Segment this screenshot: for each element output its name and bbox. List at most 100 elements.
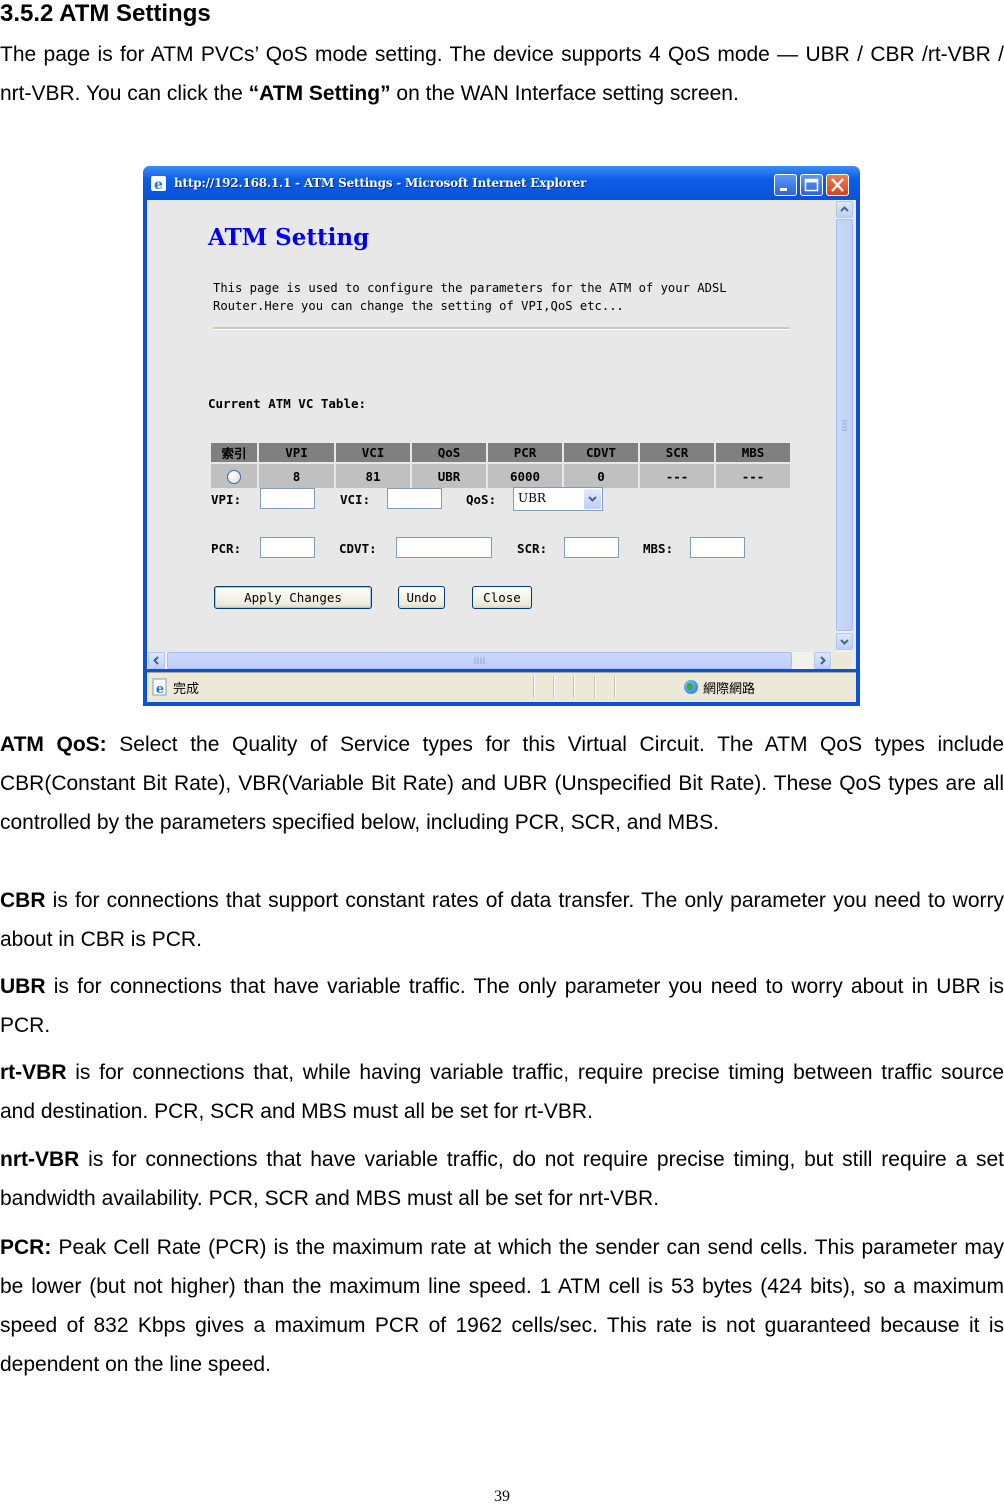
close-icon [831, 178, 844, 192]
chevron-right-icon [820, 656, 826, 665]
col-header-vci: VCI [336, 443, 410, 462]
mbs-label: MBS: [643, 541, 674, 556]
paragraph-text: is for connections that have variable tr… [0, 1148, 1004, 1210]
vpi-input[interactable] [260, 488, 315, 509]
ie-browser-window: e http://192.168.1.1 - ATM Settings - Mi… [143, 166, 860, 706]
scrollbar-corner [832, 652, 852, 669]
nrt-vbr-paragraph: nrt-VBR is for connections that have var… [0, 1140, 1004, 1218]
horizontal-scrollbar[interactable] [147, 652, 832, 669]
chevron-down-icon [840, 639, 849, 645]
term-rt-vbr: rt-VBR [0, 1061, 67, 1084]
qos-select-value: UBR [518, 491, 546, 505]
term-ubr: UBR [0, 975, 46, 998]
paragraph-text: is for connections that have variable tr… [0, 975, 1004, 1037]
maximize-button[interactable] [800, 174, 823, 196]
ie-logo-icon: e [151, 176, 166, 192]
col-header-qos: QoS [412, 443, 486, 462]
col-header-pcr: PCR [488, 443, 562, 462]
maximize-icon [804, 178, 819, 192]
col-header-vpi: VPI [259, 443, 334, 462]
paragraph-text: Select the Quality of Service types for … [0, 733, 1004, 834]
atm-qos-paragraph: ATM QoS: Select the Quality of Service t… [0, 725, 1004, 842]
page-number: 39 [494, 1488, 510, 1505]
term-cbr: CBR [0, 889, 46, 912]
chevron-left-icon [153, 656, 159, 665]
col-header-mbs: MBS [716, 443, 790, 462]
security-zone-text: 網際網路 [703, 682, 756, 697]
grip-icon [842, 420, 847, 431]
col-header-index: 索引 [211, 443, 257, 462]
status-separator [553, 676, 555, 698]
chevron-up-icon [840, 206, 849, 212]
term-nrt-vbr: nrt-VBR [0, 1148, 80, 1171]
scroll-right-button[interactable] [814, 652, 831, 669]
ie-page-icon: e [152, 678, 167, 696]
close-window-button[interactable] [826, 174, 849, 196]
window-titlebar[interactable]: e http://192.168.1.1 - ATM Settings - Mi… [143, 166, 860, 200]
mbs-input[interactable] [690, 537, 745, 558]
pcr-input[interactable] [260, 537, 315, 558]
horizontal-scroll-thumb[interactable] [167, 652, 792, 669]
minimize-icon [780, 188, 787, 191]
cell-pcr: 6000 [488, 464, 562, 488]
cell-vpi: 8 [259, 464, 334, 488]
row-select-radio[interactable] [227, 469, 241, 484]
paragraph-text: is for connections that, while having va… [0, 1061, 1004, 1123]
status-separator [594, 676, 596, 698]
col-header-scr: SCR [640, 443, 714, 462]
cell-scr: --- [640, 464, 714, 488]
cdvt-input[interactable] [396, 537, 492, 558]
pcr-paragraph: PCR: Peak Cell Rate (PCR) is the maximum… [0, 1228, 1004, 1384]
vertical-scrollbar[interactable] [836, 200, 853, 669]
term-pcr: PCR: [0, 1236, 52, 1259]
rt-vbr-paragraph: rt-VBR is for connections that, while ha… [0, 1053, 1004, 1131]
intro-text-end: on the WAN Interface setting screen. [390, 82, 739, 105]
section-heading: 3.5.2 ATM Settings [0, 0, 211, 27]
vci-input[interactable] [387, 488, 442, 509]
qos-select[interactable]: UBR [513, 487, 603, 511]
intro-bold-link-name: “ATM Setting” [248, 82, 391, 105]
ubr-paragraph: UBR is for connections that have variabl… [0, 967, 1004, 1045]
svg-text:e: e [154, 177, 163, 192]
status-separator [533, 676, 535, 698]
cell-vci: 81 [336, 464, 410, 488]
scr-label: SCR: [517, 541, 548, 556]
term-atm-qos: ATM QoS: [0, 733, 107, 756]
undo-button[interactable]: Undo [398, 586, 445, 609]
status-separator [614, 676, 616, 698]
scroll-left-button[interactable] [148, 652, 165, 669]
vertical-scroll-thumb[interactable] [836, 219, 853, 631]
minimize-button[interactable] [774, 174, 797, 196]
close-button[interactable]: Close [472, 586, 532, 609]
page-description: This page is used to configure the param… [213, 281, 727, 313]
cell-cdvt: 0 [564, 464, 638, 488]
browser-content: ATM Setting This page is used to configu… [147, 200, 856, 669]
atm-vc-table: 索引 VPI VCI QoS PCR CDVT SCR MBS 8 81 UBR… [209, 441, 792, 490]
table-header-row: 索引 VPI VCI QoS PCR CDVT SCR MBS [211, 443, 790, 462]
select-cell [211, 464, 257, 488]
scroll-down-button[interactable] [836, 633, 853, 650]
vpi-label: VPI: [211, 492, 242, 507]
table-row: 8 81 UBR 6000 0 --- --- [211, 464, 790, 488]
divider [213, 327, 790, 330]
chevron-down-icon[interactable] [584, 489, 601, 509]
paragraph-text: Peak Cell Rate (PCR) is the maximum rate… [0, 1236, 1004, 1376]
intro-paragraph: The page is for ATM PVCs’ QoS mode setti… [0, 35, 1004, 113]
scr-input[interactable] [564, 537, 619, 558]
grip-icon [474, 657, 485, 664]
cbr-paragraph: CBR is for connections that support cons… [0, 881, 1004, 959]
page-title: ATM Setting [208, 224, 370, 251]
status-separator [573, 676, 575, 698]
cell-mbs: --- [716, 464, 790, 488]
vci-label: VCI: [340, 492, 371, 507]
pcr-label: PCR: [211, 541, 242, 556]
table-title: Current ATM VC Table: [208, 396, 367, 411]
scroll-up-button[interactable] [836, 201, 853, 218]
paragraph-text: is for connections that support constant… [0, 889, 1004, 951]
col-header-cdvt: CDVT [564, 443, 638, 462]
window-title: http://192.168.1.1 - ATM Settings - Micr… [174, 176, 587, 190]
internet-zone-globe-icon [684, 680, 698, 694]
apply-changes-button[interactable]: Apply Changes [214, 586, 372, 609]
svg-text:e: e [156, 682, 164, 696]
cdvt-label: CDVT: [339, 541, 377, 556]
